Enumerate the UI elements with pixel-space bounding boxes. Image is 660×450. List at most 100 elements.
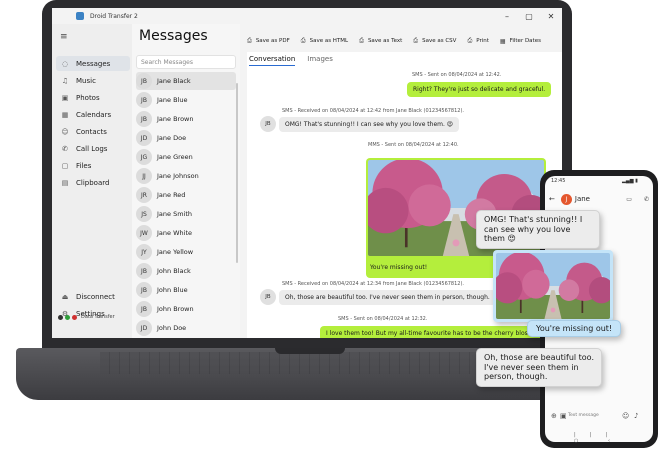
video-call-icon[interactable]: ▭ bbox=[626, 196, 632, 203]
tab-conversation[interactable]: Conversation bbox=[249, 55, 296, 66]
status-dot-icon bbox=[58, 314, 63, 320]
hamburger-icon[interactable]: ≡ bbox=[60, 32, 68, 42]
contact-item[interactable]: JB Jane Blue bbox=[136, 91, 236, 109]
message-meta: SMS - Received on 08/04/2024 at 12:42 fr… bbox=[282, 108, 465, 114]
filter-dates-label: Filter Dates bbox=[509, 38, 541, 44]
avatar: JB bbox=[260, 116, 276, 132]
sidebar-item-label: Calendars bbox=[76, 110, 112, 119]
gallery-icon[interactable]: ▣ bbox=[560, 412, 567, 420]
add-icon[interactable]: ⊕ bbox=[551, 412, 557, 420]
avatar: JG bbox=[136, 149, 152, 165]
maximize-icon[interactable]: ▢ bbox=[518, 12, 540, 21]
sidebar-item-music[interactable]: ♫ Music bbox=[56, 73, 130, 88]
filter-icon: ▦ bbox=[499, 37, 506, 45]
contact-name: Jane Johnson bbox=[157, 172, 199, 180]
tab-bar: Conversation Images bbox=[249, 55, 345, 66]
status-dot-icon bbox=[72, 314, 77, 320]
sidebar-item-messages[interactable]: ◌ Messages bbox=[56, 56, 130, 71]
html-icon: ⎙ bbox=[300, 37, 306, 44]
contact-item[interactable]: JY Jane Yellow bbox=[136, 243, 236, 261]
contact-name: Jane Red bbox=[157, 191, 186, 199]
phone-call-icon[interactable]: ✆ bbox=[644, 196, 649, 203]
sent-message: I love them too! But my all-time favouri… bbox=[320, 326, 562, 338]
sidebar-item-files[interactable]: ▢ Files bbox=[56, 158, 130, 173]
contact-item[interactable]: JB John Black bbox=[136, 262, 236, 280]
calendar-icon: ▦ bbox=[61, 110, 69, 119]
avatar: JB bbox=[136, 92, 152, 108]
phone-contact-name: Jane bbox=[574, 195, 590, 203]
music-icon: ♫ bbox=[61, 76, 69, 85]
save-csv-button[interactable]: ⎙ Save as CSV bbox=[413, 37, 456, 45]
contact-item[interactable]: JS Jane Smith bbox=[136, 205, 236, 223]
disconnect-label: Disconnect bbox=[76, 292, 115, 301]
toolbar: ⎙ Save as PDF ⎙ Save as HTML ⎙ Save as T… bbox=[247, 34, 552, 48]
laptop-notch bbox=[275, 348, 345, 354]
contact-item[interactable]: JB Jane Brown bbox=[136, 110, 236, 128]
sidebar-item-calendars[interactable]: ▦ Calendars bbox=[56, 107, 130, 122]
contact-item[interactable]: JG Jane Green bbox=[136, 148, 236, 166]
print-button[interactable]: ⎙ Print bbox=[467, 37, 488, 45]
text-icon: ⎙ bbox=[359, 37, 364, 44]
tab-images[interactable]: Images bbox=[307, 55, 333, 66]
disconnect-button[interactable]: ⏏ Disconnect bbox=[56, 289, 130, 304]
app-logo-icon bbox=[76, 12, 84, 20]
sidebar-item-label: Music bbox=[76, 76, 96, 85]
contact-name: Jane Smith bbox=[157, 210, 193, 218]
minimize-icon[interactable]: – bbox=[496, 12, 518, 21]
status-dot-icon bbox=[65, 314, 70, 320]
contact-name: Jane Brown bbox=[157, 115, 194, 123]
search-input[interactable]: Search Messages bbox=[136, 55, 236, 69]
avatar: JS bbox=[136, 206, 152, 222]
save-html-button[interactable]: ⎙ Save as HTML bbox=[301, 37, 348, 45]
phone-received-bubble: Oh, those are beautiful too. I've never … bbox=[476, 348, 602, 387]
sidebar-item-photos[interactable]: ▣ Photos bbox=[56, 90, 130, 105]
contact-name: John Doe bbox=[157, 324, 187, 332]
sidebar-item-clipboard[interactable]: ▤ Clipboard bbox=[56, 175, 130, 190]
avatar: JB bbox=[136, 73, 152, 89]
close-icon[interactable]: ✕ bbox=[540, 12, 562, 21]
contact-item[interactable]: JB John Blue bbox=[136, 281, 236, 299]
cherry-blossom-photo[interactable] bbox=[496, 253, 610, 319]
sidebar-item-label: Call Logs bbox=[76, 144, 108, 153]
title-bar: Droid Transfer 2 – ▢ ✕ bbox=[52, 8, 562, 24]
stage: Droid Transfer 2 – ▢ ✕ ≡ ◌ Messages ♫ Mu… bbox=[0, 0, 660, 450]
file-icon: ▢ bbox=[61, 161, 69, 170]
emoji-icon[interactable]: ☺ bbox=[622, 412, 629, 420]
app-window: Droid Transfer 2 – ▢ ✕ ≡ ◌ Messages ♫ Mu… bbox=[52, 8, 562, 338]
save-text-button[interactable]: ⎙ Save as Text bbox=[359, 37, 402, 45]
phone-sent-bubble: You're missing out! bbox=[527, 320, 622, 337]
app-title: Droid Transfer 2 bbox=[90, 12, 138, 20]
message-meta: SMS - Sent on 08/04/2024 at 12:42. bbox=[412, 72, 502, 78]
sidebar-item-call-logs[interactable]: ✆ Call Logs bbox=[56, 141, 130, 156]
back-arrow-icon[interactable]: ← bbox=[549, 195, 555, 203]
sidebar-item-contacts[interactable]: ☺ Contacts bbox=[56, 124, 130, 139]
message-meta: SMS - Sent on 08/04/2024 at 12:32. bbox=[338, 316, 428, 322]
disconnect-icon: ⏏ bbox=[61, 292, 69, 301]
contact-name: Jane Green bbox=[157, 153, 193, 161]
contact-item[interactable]: JB Jane Black bbox=[136, 72, 236, 90]
save-pdf-button[interactable]: ⎙ Save as PDF bbox=[247, 37, 290, 45]
message-icon: ◌ bbox=[61, 59, 69, 68]
photo-icon: ▣ bbox=[61, 93, 69, 102]
contacts-scrollbar[interactable] bbox=[236, 83, 238, 263]
print-icon: ⎙ bbox=[467, 37, 473, 44]
print-label: Print bbox=[476, 38, 489, 44]
message-input[interactable]: Text message bbox=[568, 411, 618, 422]
contact-name: John Black bbox=[157, 267, 191, 275]
contact-item[interactable]: JB John Brown bbox=[136, 300, 236, 318]
contact-item[interactable]: JR Jane Red bbox=[136, 186, 236, 204]
contact-item[interactable]: JD John Doe bbox=[136, 319, 236, 337]
contact-name: Jane Doe bbox=[157, 134, 187, 142]
laptop-keyboard bbox=[100, 352, 520, 374]
avatar: JB bbox=[136, 282, 152, 298]
contact-item[interactable]: JJ Jane Johnson bbox=[136, 167, 236, 185]
contact-name: Jane White bbox=[157, 229, 192, 237]
avatar: JB bbox=[136, 301, 152, 317]
contact-item[interactable]: JW Jane White bbox=[136, 224, 236, 242]
window-controls: – ▢ ✕ bbox=[496, 12, 562, 21]
sidebar-item-label: Clipboard bbox=[76, 178, 110, 187]
contact-item[interactable]: JD Jane Doe bbox=[136, 129, 236, 147]
filter-dates-button[interactable]: ▦ Filter Dates bbox=[500, 38, 541, 45]
mic-icon[interactable]: ♪ bbox=[634, 412, 638, 420]
avatar: JY bbox=[136, 244, 152, 260]
